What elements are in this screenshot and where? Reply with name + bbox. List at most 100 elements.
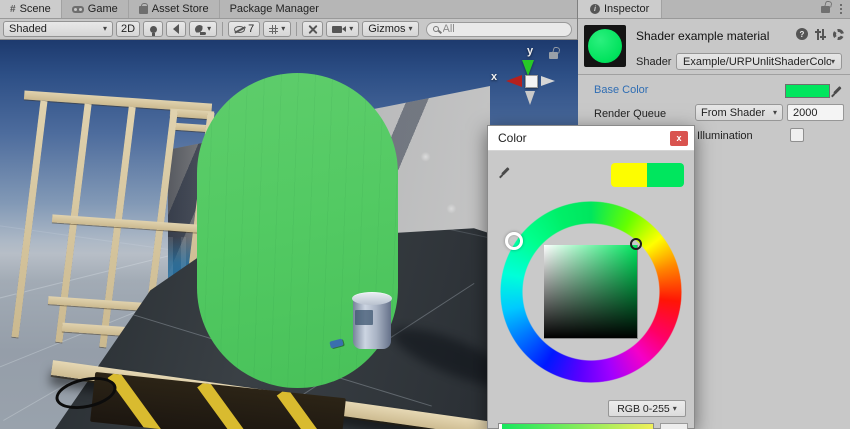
scene-lock-icon[interactable] (549, 52, 558, 59)
render-queue-value: 2000 (793, 107, 817, 119)
yellow-strap (197, 380, 255, 429)
speaker-icon (173, 24, 179, 34)
illumination-checkbox[interactable] (790, 128, 804, 142)
material-name: Shader example material (636, 29, 769, 43)
gizmo-center-cube[interactable] (525, 75, 538, 88)
inspector-tabbar: i Inspector (578, 0, 850, 19)
search-icon (433, 26, 439, 32)
shader-label: Shader (636, 56, 671, 68)
bag-icon (139, 6, 148, 14)
render-queue-value-field[interactable]: 2000 (787, 104, 844, 121)
color-compare-swatches (611, 163, 684, 187)
visibility-count: 7 (248, 23, 254, 35)
color-window-titlebar[interactable]: Color x (488, 126, 694, 151)
toolbar-separator (222, 22, 223, 36)
shading-mode-label: Shaded (9, 23, 47, 35)
orientation-gizmo[interactable]: y x (485, 45, 557, 117)
z-axis-cone[interactable] (541, 76, 560, 86)
grid-visibility-dropdown[interactable]: ▾ (263, 21, 291, 37)
scene-grid-icon: # (10, 4, 16, 15)
effects-icon (195, 25, 204, 34)
yellow-strap (108, 372, 166, 429)
eyedropper-icon[interactable] (493, 161, 516, 184)
gizmos-dropdown[interactable]: Gizmos ▾ (362, 21, 418, 37)
scene-visibility-button[interactable]: 7 (228, 21, 260, 37)
current-color-swatch[interactable] (647, 163, 684, 187)
presets-icon[interactable] (815, 29, 826, 40)
close-button[interactable]: x (670, 131, 688, 146)
x-axis-cone[interactable] (500, 75, 522, 87)
unity-editor-window: # Scene Game Asset Store Package Manager… (0, 0, 850, 429)
gamepad-icon (72, 6, 84, 13)
axis-y-label: y (527, 45, 533, 57)
inspector-tab-actions (821, 4, 850, 14)
red-channel-slider[interactable] (498, 423, 654, 429)
camera-icon (332, 26, 342, 33)
tab-package-manager[interactable]: Package Manager (220, 0, 329, 18)
search-input[interactable] (443, 23, 565, 35)
2d-toggle-label: 2D (121, 23, 135, 35)
material-preview-sphere (588, 29, 622, 63)
crossed-tools-icon (307, 24, 318, 35)
lightbulb-icon (150, 26, 157, 33)
color-mode-dropdown[interactable]: RGB 0-255 ▾ (608, 400, 686, 417)
tab-game[interactable]: Game (62, 0, 129, 18)
camera-settings-dropdown[interactable]: ▾ (326, 21, 359, 37)
tab-scene[interactable]: # Scene (0, 0, 62, 18)
chevron-down-icon: ▾ (349, 25, 353, 33)
gear-icon[interactable] (833, 29, 844, 40)
tab-scene-label: Scene (20, 3, 51, 15)
scene-tabbar: # Scene Game Asset Store Package Manager (0, 0, 577, 19)
effects-dropdown-button[interactable]: ▾ (189, 21, 217, 37)
lighting-toggle-button[interactable] (143, 21, 163, 37)
hidden-eye-icon (234, 26, 245, 33)
2d-toggle-button[interactable]: 2D (116, 21, 140, 37)
paint-bucket (352, 292, 392, 350)
frame-stud (12, 100, 48, 337)
tab-inspector-label: Inspector (604, 3, 649, 15)
red-channel-field[interactable] (660, 423, 688, 429)
kebab-menu-icon[interactable] (840, 4, 842, 6)
illumination-label: Illumination (697, 130, 753, 142)
down-axis-cone[interactable] (525, 91, 535, 110)
chevron-down-icon: ▾ (673, 405, 677, 413)
inspector-lock-icon[interactable] (821, 6, 830, 13)
shader-value: Example/URPUnlitShaderColor (683, 56, 831, 68)
chevron-down-icon: ▾ (103, 25, 107, 33)
info-icon: i (590, 4, 600, 14)
render-queue-dropdown[interactable]: From Shader ▾ (695, 104, 783, 121)
material-preview[interactable] (584, 25, 626, 67)
shading-mode-dropdown[interactable]: Shaded ▾ (3, 21, 113, 37)
original-color-swatch[interactable] (611, 163, 647, 187)
chevron-down-icon: ▾ (773, 109, 777, 117)
bucket-label (355, 310, 373, 325)
scene-search-field[interactable] (426, 22, 572, 37)
component-tools-button[interactable] (302, 21, 323, 37)
toolbar-separator (296, 22, 297, 36)
tab-asset-store[interactable]: Asset Store (129, 0, 220, 18)
render-queue-label: Render Queue (594, 108, 666, 120)
base-color-swatch[interactable] (785, 84, 830, 98)
render-queue-mode: From Shader (701, 107, 765, 119)
bucket-lid (352, 292, 392, 305)
chevron-down-icon: ▾ (207, 25, 211, 33)
hue-wheel-handle[interactable] (505, 232, 523, 250)
tab-inspector[interactable]: i Inspector (578, 0, 662, 18)
audio-toggle-button[interactable] (166, 21, 186, 37)
color-picker-window: Color x RGB 0-255 ▾ (487, 125, 695, 429)
chevron-down-icon: ▾ (409, 25, 413, 33)
saturation-value-square[interactable] (544, 245, 638, 339)
axis-x-label: x (491, 71, 497, 83)
scene-toolbar: Shaded ▾ 2D ▾ 7 ▾ (0, 19, 577, 40)
gizmos-label: Gizmos (368, 23, 405, 35)
grid-icon (269, 25, 278, 34)
tab-package-manager-label: Package Manager (230, 3, 319, 15)
tab-game-label: Game (88, 3, 118, 15)
saturation-value-handle[interactable] (630, 238, 642, 250)
chevron-down-icon: ▾ (831, 58, 835, 66)
shader-dropdown[interactable]: Example/URPUnlitShaderColor ▾ (676, 53, 842, 70)
help-icon[interactable]: ? (796, 28, 808, 40)
color-window-title: Color (498, 131, 527, 145)
color-mode-label: RGB 0-255 (617, 403, 670, 415)
material-header: Shader example material ? Shader Example… (578, 19, 850, 75)
